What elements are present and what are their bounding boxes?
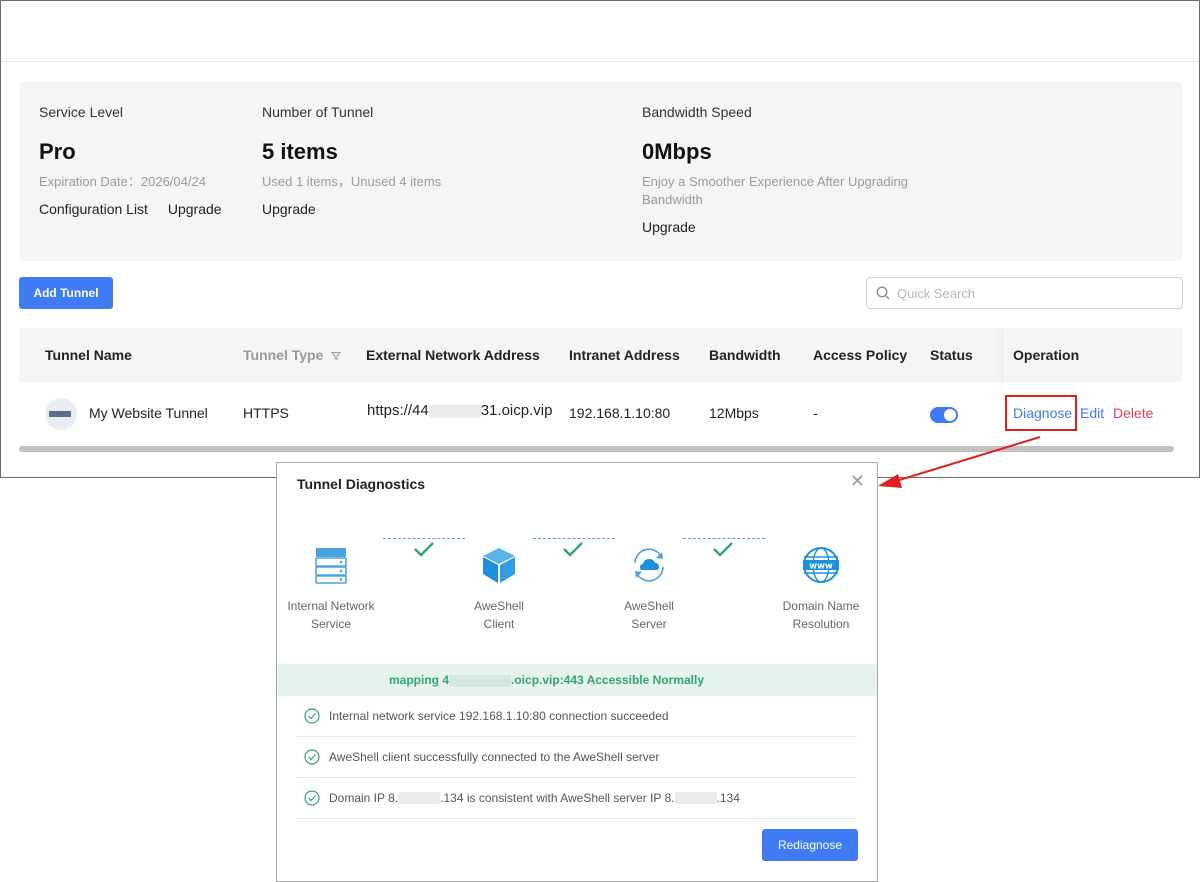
tunnel-usage: Used 1 items，Unused 4 items xyxy=(262,174,442,189)
step-label-line2: Server xyxy=(631,617,667,631)
step-label-line1: AweShell xyxy=(474,599,524,613)
result-prefix: mapping 4 xyxy=(389,673,450,687)
bandwidth-value: 0Mbps xyxy=(642,139,712,164)
col-status[interactable]: Status xyxy=(930,328,973,382)
bandwidth-cell: 12Mbps xyxy=(709,405,759,421)
tunnel-name-cell: My Website Tunnel xyxy=(89,405,208,421)
quick-search-box[interactable] xyxy=(866,277,1183,309)
check-text-part: .134 is consistent with AweShell server … xyxy=(440,791,675,805)
step-aweshell-server: AweShell Server xyxy=(599,545,699,633)
check-icon xyxy=(563,542,583,557)
access-policy-cell: - xyxy=(813,405,818,421)
step-label-line1: Internal Network xyxy=(287,599,375,613)
result-suffix: .oicp.vip:443 Accessible Normally xyxy=(511,673,704,687)
service-level-label: Service Level xyxy=(39,104,124,120)
quick-search-input[interactable] xyxy=(897,285,1157,301)
external-address-suffix: 31.oicp.vip xyxy=(480,402,553,419)
intranet-address-cell: 192.168.1.10:80 xyxy=(569,405,671,421)
step-internal-network: Internal Network Service xyxy=(281,545,381,633)
check-text-part: Domain IP 8. xyxy=(329,791,399,805)
expiration-date: Expiration Date：2026/04/24 xyxy=(39,174,206,189)
www-globe-icon: www xyxy=(803,547,839,583)
col-tunnel-name[interactable]: Tunnel Name xyxy=(45,328,132,382)
step-label-line2: Resolution xyxy=(792,617,850,631)
tunnel-count-section: Number of Tunnel 5 items Used 1 items，Un… xyxy=(262,104,441,217)
service-level-section: Service Level Pro Expiration Date：2026/0… xyxy=(39,104,238,217)
diagnosis-result-banner: mapping 4 .oicp.vip:443 Accessible Normal… xyxy=(277,664,877,696)
bandwidth-label: Bandwidth Speed xyxy=(642,104,752,120)
col-external-address[interactable]: External Network Address xyxy=(366,328,540,382)
connector-line xyxy=(533,538,615,539)
success-check-icon xyxy=(304,749,320,765)
service-level-value: Pro xyxy=(39,139,76,164)
horizontal-scrollbar[interactable] xyxy=(19,446,1174,452)
tunnel-count-value: 5 items xyxy=(262,139,338,164)
delete-link[interactable]: Delete xyxy=(1113,382,1153,444)
check-result-item: Domain IP 8. .134 is consistent with AweS… xyxy=(297,778,857,819)
col-tunnel-type[interactable]: Tunnel Type xyxy=(243,328,342,382)
svg-text:www: www xyxy=(809,561,833,571)
step-label-line2: Client xyxy=(483,617,515,631)
col-operation: Operation xyxy=(1013,347,1080,363)
redacted-mask xyxy=(674,792,717,804)
rediagnose-button[interactable]: Rediagnose xyxy=(762,829,858,861)
tunnel-diagnostics-dialog: Tunnel Diagnostics ✕ Internal Network Ser… xyxy=(276,462,878,882)
edit-link[interactable]: Edit xyxy=(1080,382,1104,444)
connector-line xyxy=(383,538,465,539)
redacted-mask xyxy=(449,674,512,687)
check-text: Internal network service 192.168.1.10:80… xyxy=(329,709,669,723)
check-icon xyxy=(414,542,434,557)
col-bandwidth[interactable]: Bandwidth xyxy=(709,328,781,382)
external-address-prefix: https://44 xyxy=(367,402,429,419)
col-intranet-address[interactable]: Intranet Address xyxy=(569,328,680,382)
step-label-line2: Service xyxy=(310,617,351,631)
check-icon xyxy=(713,542,733,557)
tunnel-count-label: Number of Tunnel xyxy=(262,104,374,120)
redacted-mask xyxy=(428,404,481,418)
filter-icon[interactable] xyxy=(331,351,342,361)
col-tunnel-type-label: Tunnel Type xyxy=(243,347,324,363)
bandwidth-hint: Enjoy a Smoother Experience After Upgrad… xyxy=(642,174,908,207)
status-toggle[interactable] xyxy=(930,407,958,423)
tunnel-type-cell: HTTPS xyxy=(243,405,289,421)
success-check-icon xyxy=(304,790,320,806)
cube-icon xyxy=(483,548,515,583)
search-icon xyxy=(876,286,890,300)
summary-card: Service Level Pro Expiration Date：2026/0… xyxy=(19,82,1182,261)
success-check-icon xyxy=(304,708,320,724)
diagnose-highlight-box xyxy=(1005,395,1077,431)
check-result-item: AweShell client successfully connected t… xyxy=(297,737,857,778)
check-text-part: .134 xyxy=(716,791,740,805)
step-label-line1: AweShell xyxy=(624,599,674,613)
bandwidth-section: Bandwidth Speed 0Mbps Enjoy a Smoother E… xyxy=(642,104,942,235)
upgrade-tunnels-link[interactable]: Upgrade xyxy=(262,201,316,217)
upgrade-service-link[interactable]: Upgrade xyxy=(168,201,222,217)
check-text: AweShell client successfully connected t… xyxy=(329,750,660,764)
top-bar xyxy=(1,1,1199,62)
dialog-title: Tunnel Diagnostics xyxy=(297,476,426,492)
add-tunnel-button[interactable]: Add Tunnel xyxy=(19,277,113,309)
upgrade-bandwidth-link[interactable]: Upgrade xyxy=(642,219,696,235)
configuration-list-link[interactable]: Configuration List xyxy=(39,201,148,217)
server-icon xyxy=(315,548,347,584)
tunnel-avatar-icon xyxy=(45,398,77,430)
step-aweshell-client: AweShell Client xyxy=(449,545,549,633)
col-access-policy[interactable]: Access Policy xyxy=(813,328,907,382)
connector-line xyxy=(683,538,765,539)
check-result-item: Internal network service 192.168.1.10:80… xyxy=(297,696,857,737)
redacted-mask xyxy=(398,792,441,804)
step-domain-resolution: www Domain Name Resolution xyxy=(771,545,871,633)
step-label-line1: Domain Name xyxy=(782,599,860,613)
close-icon[interactable]: ✕ xyxy=(850,471,865,492)
external-address-cell: https://44 31.oicp.vip xyxy=(367,382,552,444)
table-header: Tunnel Name Tunnel Type External Network… xyxy=(19,328,1182,444)
cloud-sync-icon xyxy=(634,548,664,582)
